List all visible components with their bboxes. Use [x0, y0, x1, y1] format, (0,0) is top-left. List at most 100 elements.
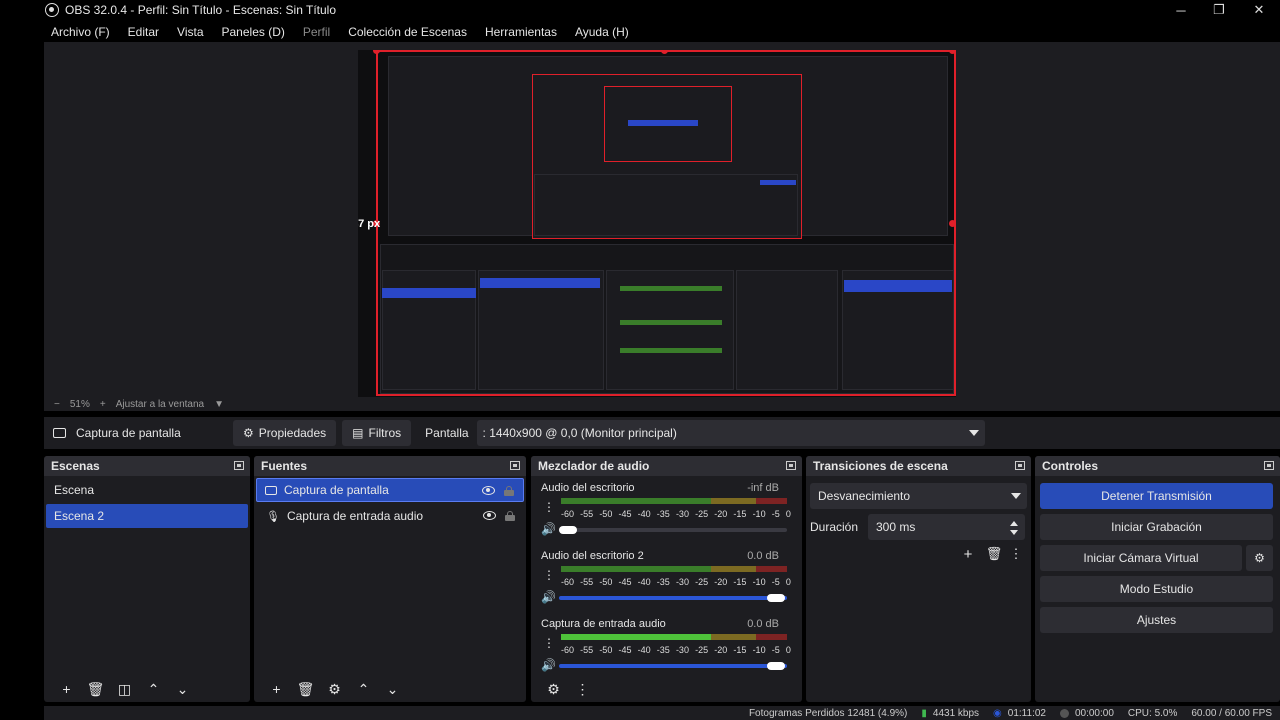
menu-editar[interactable]: Editar	[128, 25, 159, 39]
menu-archivo[interactable]: Archivo (F)	[51, 25, 110, 39]
fit-to-window-button[interactable]: Ajustar a la ventana	[116, 399, 204, 410]
stop-streaming-button[interactable]: Detener Transmisión	[1040, 483, 1273, 509]
menu-coleccion-escenas[interactable]: Colección de Escenas	[348, 25, 467, 39]
source-item-selected[interactable]: Captura de pantalla	[256, 478, 524, 502]
filter-icon[interactable]: ◫	[110, 681, 139, 698]
duration-label: Duración	[810, 520, 859, 534]
lock-icon[interactable]	[504, 486, 514, 496]
scene-item-label: Escena	[54, 483, 95, 497]
properties-button[interactable]: ⚙ Propiedades	[233, 420, 337, 446]
more-options-icon[interactable]: ⋮	[568, 681, 597, 698]
add-icon[interactable]: +	[262, 681, 291, 697]
start-virtual-camera-button[interactable]: Iniciar Cámara Virtual	[1040, 545, 1242, 571]
more-options-icon[interactable]: ⋮	[543, 636, 555, 650]
menu-herramientas[interactable]: Herramientas	[485, 25, 557, 39]
more-options-icon[interactable]: ⋮	[543, 568, 555, 582]
volume-slider[interactable]	[559, 662, 787, 670]
filters-button[interactable]: ▤ Filtros	[342, 420, 412, 446]
window-title: OBS 32.0.4 - Perfil: Sin Título - Escena…	[65, 3, 337, 17]
more-options-icon[interactable]: ⋮	[1007, 546, 1025, 563]
scene-item[interactable]: Escena	[46, 478, 248, 502]
duration-row: Duración 300 ms	[810, 514, 1027, 540]
menu-ayuda[interactable]: Ayuda (H)	[575, 25, 629, 39]
record-icon	[1059, 708, 1069, 718]
trash-icon[interactable]: 🗑	[291, 681, 320, 698]
menu-paneles[interactable]: Paneles (D)	[222, 25, 285, 39]
arrow-down-icon[interactable]: ⌄	[168, 681, 197, 698]
lock-icon[interactable]	[505, 511, 515, 521]
menu-perfil[interactable]: Perfil	[303, 25, 330, 39]
mixer-channel: Audio del escritorio -inf dB ⋮ -60 -55 -50…	[531, 482, 795, 548]
start-recording-button[interactable]: Iniciar Grabación	[1040, 514, 1273, 540]
transition-select[interactable]: Desvanecimiento	[810, 483, 1027, 509]
scene-item-selected[interactable]: Escena 2	[46, 504, 248, 528]
speaker-icon[interactable]: 🔊	[541, 590, 556, 604]
source-toolbar: Captura de pantalla ⚙ Propiedades ▤ Filt…	[44, 417, 1280, 449]
volume-knob[interactable]	[767, 594, 785, 602]
source-item-label: Captura de entrada audio	[286, 509, 424, 523]
spin-up-icon[interactable]	[1010, 521, 1018, 526]
eye-icon[interactable]	[482, 486, 495, 495]
monitor-icon	[265, 485, 277, 495]
undock-icon[interactable]	[510, 461, 520, 470]
channel-name: Captura de entrada audio	[541, 618, 666, 630]
source-item[interactable]: 🎙 Captura de entrada audio	[256, 504, 524, 528]
add-icon[interactable]: +	[52, 681, 81, 697]
minimize-button[interactable]: ─	[1162, 0, 1200, 20]
zoom-dropdown-icon[interactable]: ▼	[214, 399, 224, 410]
display-label: Pantalla	[425, 426, 469, 440]
transitions-title: Transiciones de escena	[813, 459, 948, 473]
volume-meter	[561, 566, 787, 572]
speaker-icon[interactable]: 🔊	[541, 522, 556, 536]
virtual-camera-settings-button[interactable]: ⚙	[1246, 545, 1273, 571]
title-bar: OBS 32.0.4 - Perfil: Sin Título - Escena…	[0, 0, 1280, 20]
audio-mixer-dock: Mezclador de audio Audio del escritorio …	[531, 456, 802, 702]
zoom-out-button[interactable]: −	[54, 399, 60, 410]
zoom-in-button[interactable]: +	[100, 399, 106, 410]
resize-handle-right[interactable]	[949, 220, 956, 227]
scenes-dock: Escenas Escena Escena 2 + 🗑 ◫ ⌃ ⌄	[44, 456, 250, 702]
gear-icon[interactable]: ⚙	[320, 681, 349, 698]
channel-name: Audio del escritorio 2	[541, 550, 644, 562]
more-options-icon[interactable]: ⋮	[543, 500, 555, 514]
transitions-dock-header: Transiciones de escena	[806, 456, 1031, 476]
maximize-button[interactable]: ❐	[1200, 0, 1238, 20]
selection-bounding-box[interactable]	[376, 50, 956, 396]
filter-icon: ▤	[352, 426, 364, 440]
spin-down-icon[interactable]	[1010, 530, 1018, 535]
display-select-value: : 1440x900 @ 0,0 (Monitor principal)	[482, 426, 677, 440]
trash-icon[interactable]: 🗑	[81, 681, 110, 698]
studio-mode-button[interactable]: Modo Estudio	[1040, 576, 1273, 602]
arrow-down-icon[interactable]: ⌄	[378, 681, 407, 698]
volume-slider[interactable]	[559, 594, 787, 602]
add-icon[interactable]: +	[955, 546, 981, 563]
transitions-dock: Transiciones de escena Desvanecimiento D…	[806, 456, 1031, 702]
trash-icon[interactable]: 🗑	[981, 546, 1007, 563]
undock-icon[interactable]	[234, 461, 244, 470]
undock-icon[interactable]	[786, 461, 796, 470]
eye-icon[interactable]	[483, 511, 496, 520]
monitor-icon	[53, 428, 66, 438]
arrow-up-icon[interactable]: ⌃	[349, 681, 378, 698]
duration-spinbox[interactable]: 300 ms	[868, 514, 1025, 540]
close-button[interactable]: ✕	[1240, 0, 1278, 20]
undock-icon[interactable]	[1264, 461, 1274, 470]
volume-knob[interactable]	[559, 526, 577, 534]
undock-icon[interactable]	[1015, 461, 1025, 470]
arrow-up-icon[interactable]: ⌃	[139, 681, 168, 698]
volume-slider[interactable]	[559, 526, 787, 534]
speaker-icon[interactable]: 🔊	[541, 658, 556, 672]
display-select[interactable]: : 1440x900 @ 0,0 (Monitor principal)	[476, 420, 985, 446]
left-margin	[0, 20, 44, 720]
volume-knob[interactable]	[767, 662, 785, 670]
sources-title: Fuentes	[261, 459, 308, 473]
gear-icon[interactable]: ⚙	[539, 681, 568, 698]
preview-area[interactable]: 47 px	[44, 42, 1280, 397]
sources-dock-header: Fuentes	[254, 456, 526, 476]
menu-vista[interactable]: Vista	[177, 25, 203, 39]
channel-db: 0.0 dB	[747, 618, 779, 630]
gear-icon: ⚙	[243, 426, 254, 440]
preview-canvas[interactable]: 47 px	[358, 50, 956, 397]
settings-button[interactable]: Ajustes	[1040, 607, 1273, 633]
zoom-bar: − 51% + Ajustar a la ventana ▼	[44, 397, 1280, 411]
